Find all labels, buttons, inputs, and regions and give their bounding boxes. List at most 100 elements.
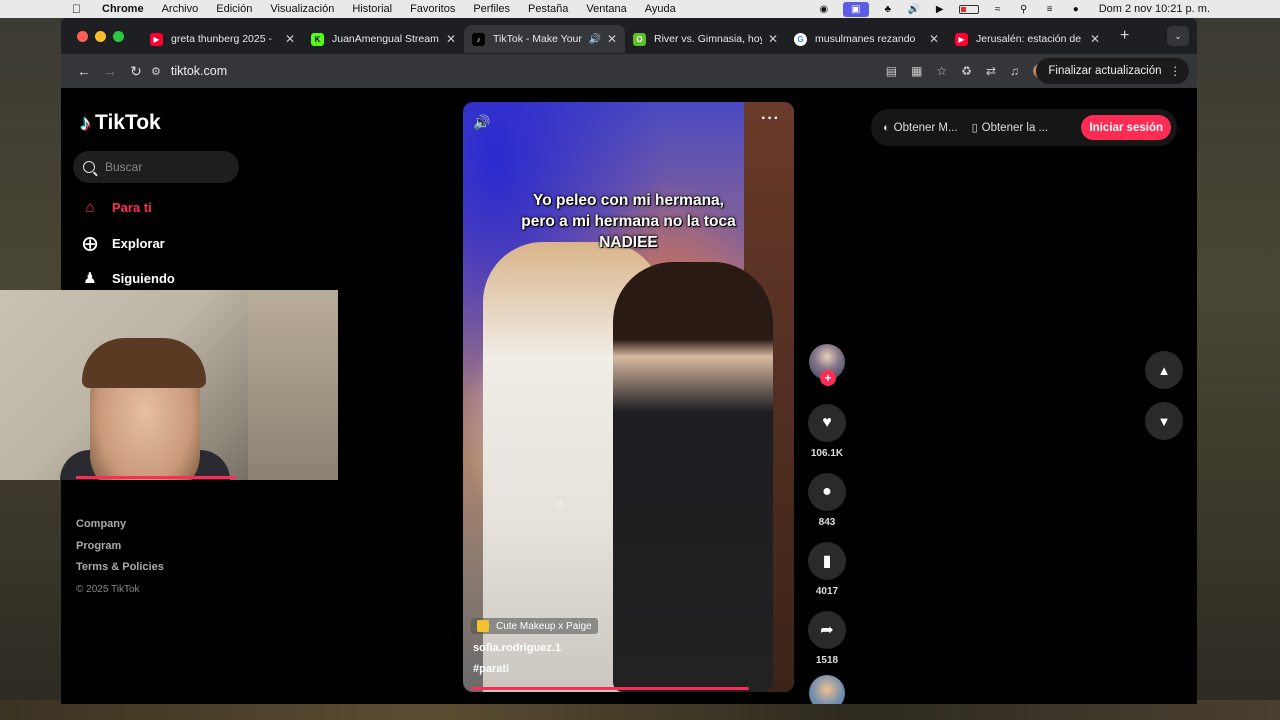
more-menu-icon[interactable]: ⋮	[1170, 64, 1182, 78]
tab-title: greta thunberg 2025 -	[171, 33, 272, 45]
nav-para-ti[interactable]: ⌂ Para ti	[80, 199, 151, 216]
zoom-window-button[interactable]	[113, 30, 124, 42]
siri-icon[interactable]: ●	[1069, 4, 1083, 15]
footer-terms[interactable]: Terms & Policies	[76, 557, 164, 579]
back-button[interactable]: ←	[71, 63, 97, 79]
search-icon[interactable]: ⚲	[1017, 4, 1031, 15]
nav-siguiendo[interactable]: ♟ Siguiendo	[80, 269, 175, 287]
control-icon[interactable]: ♣	[881, 4, 895, 15]
menu-app-name[interactable]: Chrome	[102, 3, 144, 15]
new-tab-button[interactable]: +	[1120, 27, 1129, 45]
play-icon[interactable]: ▶	[933, 4, 947, 15]
get-app-button[interactable]: ◐ Obtener M...	[883, 122, 958, 134]
save-button[interactable]: ▮	[808, 542, 846, 580]
like-button[interactable]: ♥	[808, 404, 846, 442]
menu-historial[interactable]: Historial	[352, 3, 392, 15]
status-app-icon[interactable]: ◉	[817, 4, 831, 15]
tab-greta[interactable]: ▶ greta thunberg 2025 - ✕	[142, 25, 303, 53]
control-center-icon[interactable]: ≡	[1043, 4, 1057, 15]
webcam-accent-bar	[76, 476, 236, 479]
comment-button[interactable]: ●	[808, 473, 846, 511]
footer-program[interactable]: Program	[76, 536, 164, 558]
close-tab-icon[interactable]: ✕	[1090, 32, 1100, 46]
reload-button[interactable]: ↻	[123, 63, 149, 80]
music-tag[interactable]: Cute Makeup x Paige	[471, 618, 598, 634]
bookmark-star-icon[interactable]: ☆	[936, 64, 947, 78]
url-text[interactable]: tiktok.com	[171, 64, 227, 78]
apple-icon[interactable]: 	[72, 2, 92, 16]
footer-company[interactable]: Company	[76, 514, 164, 536]
tab-audio-icon[interactable]: 🔊	[588, 34, 600, 45]
menu-archivo[interactable]: Archivo	[162, 3, 199, 15]
site-info-icon[interactable]: ⚙	[151, 65, 161, 78]
tab-kick[interactable]: K JuanAmengual Stream ✕	[303, 25, 464, 53]
finish-update-button[interactable]: Finalizar actualización ⋮	[1036, 58, 1189, 84]
menu-pestana[interactable]: Pestaña	[528, 3, 568, 15]
footer-links: Company Program Terms & Policies © 2025 …	[76, 514, 164, 600]
menu-clock[interactable]: Dom 2 nov 10:21 p. m.	[1099, 3, 1210, 15]
get-mobile-app-button[interactable]: ▯ Obtener la ...	[972, 121, 1049, 135]
search-input[interactable]: Buscar	[73, 151, 239, 183]
video-progress-bar[interactable]	[471, 687, 749, 690]
media-control-icon[interactable]: ♫	[1010, 64, 1019, 78]
comment-icon: ●	[822, 483, 832, 500]
nav-label: Explorar	[112, 235, 165, 251]
next-video-button[interactable]: ▼	[1145, 402, 1183, 440]
close-tab-icon[interactable]: ✕	[285, 32, 295, 46]
minimize-window-button[interactable]	[95, 30, 106, 42]
tab-jerusalen[interactable]: ▶ Jerusalén: estación de ✕	[947, 25, 1108, 53]
sound-avatar[interactable]	[809, 675, 845, 704]
menu-bar:  Chrome Archivo Edición Visualización H…	[0, 0, 1280, 18]
close-tab-icon[interactable]: ✕	[446, 32, 456, 46]
menu-favoritos[interactable]: Favoritos	[410, 3, 455, 15]
more-options-icon[interactable]: ···	[761, 110, 780, 128]
google-icon: G	[794, 32, 807, 46]
close-tab-icon[interactable]: ✕	[607, 32, 617, 46]
menu-visualizacion[interactable]: Visualización	[270, 3, 334, 15]
translate-icon[interactable]: ▦	[911, 64, 922, 78]
address-bar[interactable]: ⚙ tiktok.com	[151, 58, 897, 84]
window-controls	[77, 30, 124, 42]
tab-title: JuanAmengual Stream	[332, 33, 439, 45]
close-tab-icon[interactable]: ✕	[929, 32, 939, 46]
menu-ayuda[interactable]: Ayuda	[645, 3, 676, 15]
tab-search-button[interactable]: ⌄	[1167, 26, 1189, 46]
webcam-background	[248, 290, 338, 480]
bookmark-icon: ▮	[822, 553, 832, 570]
copyright: © 2025 TikTok	[76, 583, 140, 595]
tiktok-icon: ♪	[472, 32, 485, 46]
screen-mirroring-icon[interactable]: ▣	[842, 1, 869, 17]
video-hashtag[interactable]: #parati	[473, 663, 509, 675]
close-tab-icon[interactable]: ✕	[768, 32, 778, 46]
battery-icon[interactable]	[958, 4, 979, 14]
sync-icon[interactable]: ⇄	[986, 64, 996, 78]
ole-icon: O	[633, 32, 646, 46]
creator-avatar[interactable]: +	[809, 344, 845, 386]
forward-button[interactable]: →	[97, 63, 123, 79]
wifi-icon[interactable]: ≈	[991, 4, 1005, 15]
caption-line: NADIEE	[599, 234, 658, 251]
tab-ole[interactable]: O River vs. Gimnasia, hoy ✕	[625, 25, 786, 53]
previous-video-button[interactable]: ▲	[1145, 351, 1183, 389]
volume-icon[interactable]: 🔊	[473, 114, 490, 131]
search-icon	[83, 161, 95, 173]
tiktok-logo[interactable]: ♪ TikTok	[80, 110, 161, 136]
tab-tiktok[interactable]: ♪ TikTok - Make Your 🔊 ✕	[464, 25, 625, 53]
menu-perfiles[interactable]: Perfiles	[473, 3, 510, 15]
menu-edicion[interactable]: Edición	[216, 3, 252, 15]
login-button[interactable]: Iniciar sesión	[1081, 115, 1171, 140]
video-author[interactable]: sofia.rodriguez.1	[473, 642, 561, 654]
nav-explorar[interactable]: ⨁ Explorar	[80, 234, 165, 252]
caption-line: pero a mi hermana no la toca	[521, 213, 736, 230]
share-button[interactable]: ➦	[808, 611, 846, 649]
volume-icon[interactable]: 🔊	[907, 4, 921, 15]
comment-count: 843	[818, 517, 836, 528]
tab-title: musulmanes rezando	[815, 33, 916, 45]
install-app-icon[interactable]: ▤	[886, 64, 897, 78]
tab-google[interactable]: G musulmanes rezando ✕	[786, 25, 947, 53]
close-window-button[interactable]	[77, 30, 88, 42]
menu-ventana[interactable]: Ventana	[586, 3, 626, 15]
extensions-icon[interactable]: ♻	[961, 64, 972, 78]
follow-plus-icon[interactable]: +	[820, 370, 836, 386]
video-player[interactable]: Yo peleo con mi hermana, pero a mi herma…	[463, 102, 794, 692]
